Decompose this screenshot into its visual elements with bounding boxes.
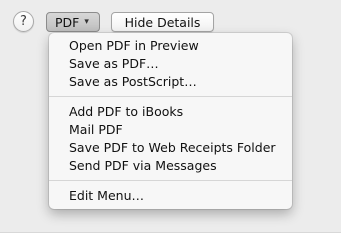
menu-item-save-as-postscript[interactable]: Save as PostScript…: [49, 73, 292, 91]
pdf-dropdown-menu: Open PDF in Preview Save as PDF… Save as…: [49, 33, 292, 209]
help-button[interactable]: ?: [13, 11, 34, 32]
help-icon: ?: [20, 14, 27, 29]
chevron-down-icon: ▾: [84, 17, 89, 27]
menu-item-open-pdf-in-preview[interactable]: Open PDF in Preview: [49, 37, 292, 55]
pdf-button-label: PDF: [55, 14, 80, 30]
menu-separator: [49, 96, 292, 97]
menu-item-send-pdf-via-messages[interactable]: Send PDF via Messages: [49, 157, 292, 175]
menu-item-add-pdf-to-ibooks[interactable]: Add PDF to iBooks: [49, 103, 292, 121]
menu-item-edit-menu[interactable]: Edit Menu…: [49, 187, 292, 205]
menu-item-save-as-pdf[interactable]: Save as PDF…: [49, 55, 292, 73]
menu-item-save-pdf-to-web-receipts[interactable]: Save PDF to Web Receipts Folder: [49, 139, 292, 157]
menu-item-mail-pdf[interactable]: Mail PDF: [49, 121, 292, 139]
pdf-menu-button[interactable]: PDF ▾: [46, 12, 100, 32]
menu-separator: [49, 180, 292, 181]
hide-details-button[interactable]: Hide Details: [111, 12, 214, 32]
